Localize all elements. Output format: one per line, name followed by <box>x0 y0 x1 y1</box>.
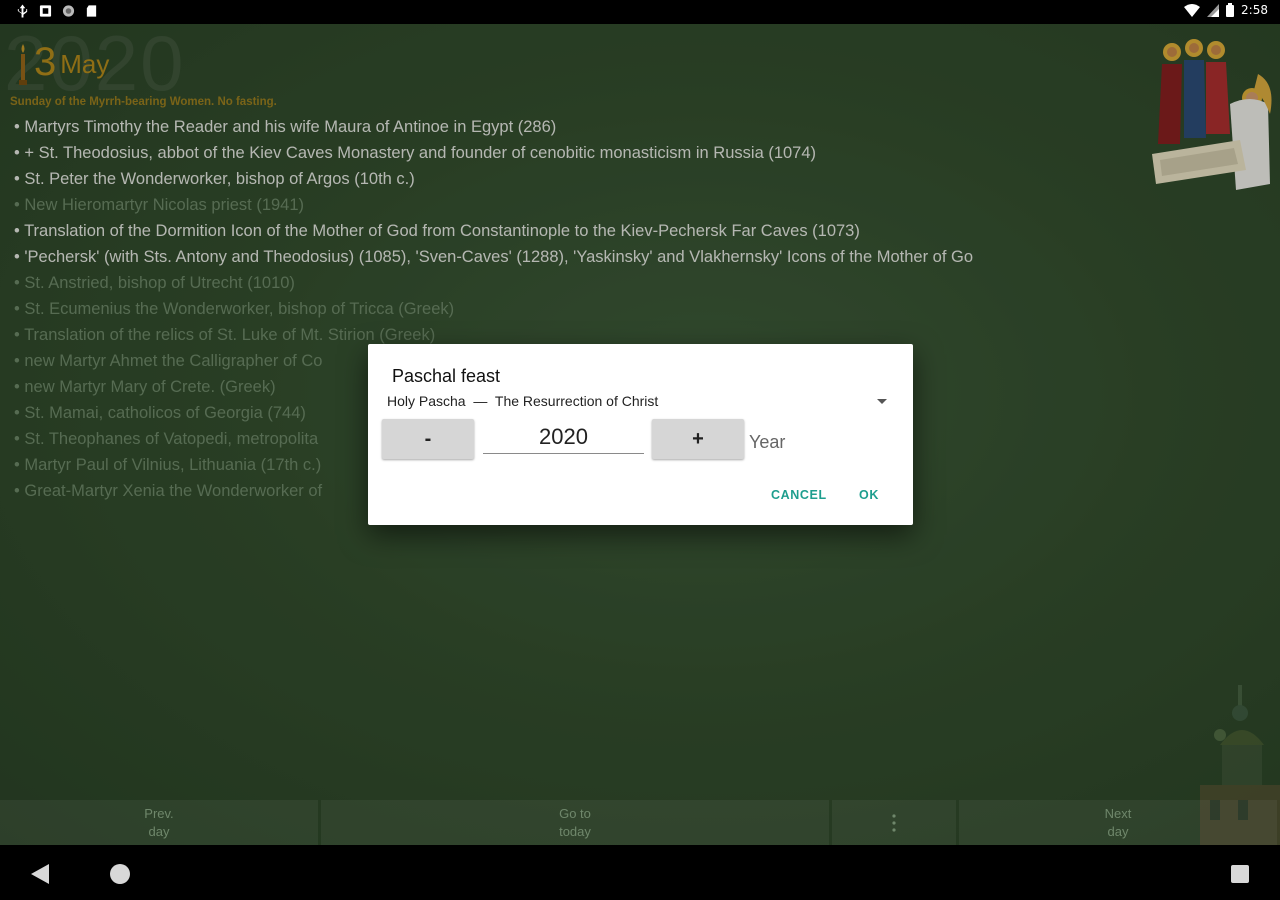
recent-apps-icon[interactable] <box>1231 865 1249 883</box>
prev-day-label: Prev. day <box>144 805 174 839</box>
bottom-toolbar: Prev. day Go to today Next day <box>0 800 1280 845</box>
feast-spinner-value: Holy Pascha — The Resurrection of Christ <box>387 393 659 409</box>
signal-icon <box>1207 3 1220 17</box>
dialog-title: Paschal feast <box>392 366 501 386</box>
status-left-icons <box>16 4 98 18</box>
cancel-button[interactable]: CANCEL <box>771 488 827 502</box>
ok-button[interactable]: OK <box>859 488 879 502</box>
wifi-icon <box>1184 3 1201 17</box>
usb-icon <box>17 4 28 18</box>
go-today-button[interactable]: Go to today <box>321 800 829 845</box>
status-time: 2:58 <box>1241 3 1268 17</box>
next-day-button[interactable]: Next day <box>959 800 1277 845</box>
home-icon[interactable] <box>110 864 130 884</box>
chevron-down-icon <box>877 399 887 404</box>
increment-year-button[interactable]: + <box>652 419 744 459</box>
more-options-button[interactable] <box>832 800 956 845</box>
battery-icon <box>1226 3 1235 17</box>
status-right-icons: 2:58 <box>1184 3 1268 17</box>
back-icon[interactable] <box>31 864 49 884</box>
notification-icon <box>39 5 52 17</box>
sd-card-icon <box>86 5 97 17</box>
feast-spinner[interactable]: Holy Pascha — The Resurrection of Christ <box>387 393 887 413</box>
decrement-year-button[interactable]: - <box>382 419 474 459</box>
paschal-feast-dialog: Paschal feast Holy Pascha — The Resurrec… <box>368 344 913 525</box>
shield-icon <box>62 5 75 17</box>
prev-day-button[interactable]: Prev. day <box>0 800 318 845</box>
year-label: Year <box>749 432 786 452</box>
go-today-label: Go to today <box>559 805 591 839</box>
more-vert-icon <box>892 813 896 832</box>
navigation-bar <box>0 845 1280 900</box>
next-day-label: Next day <box>1104 805 1132 839</box>
year-input[interactable] <box>483 421 644 454</box>
status-bar: 2:58 <box>0 0 1280 24</box>
